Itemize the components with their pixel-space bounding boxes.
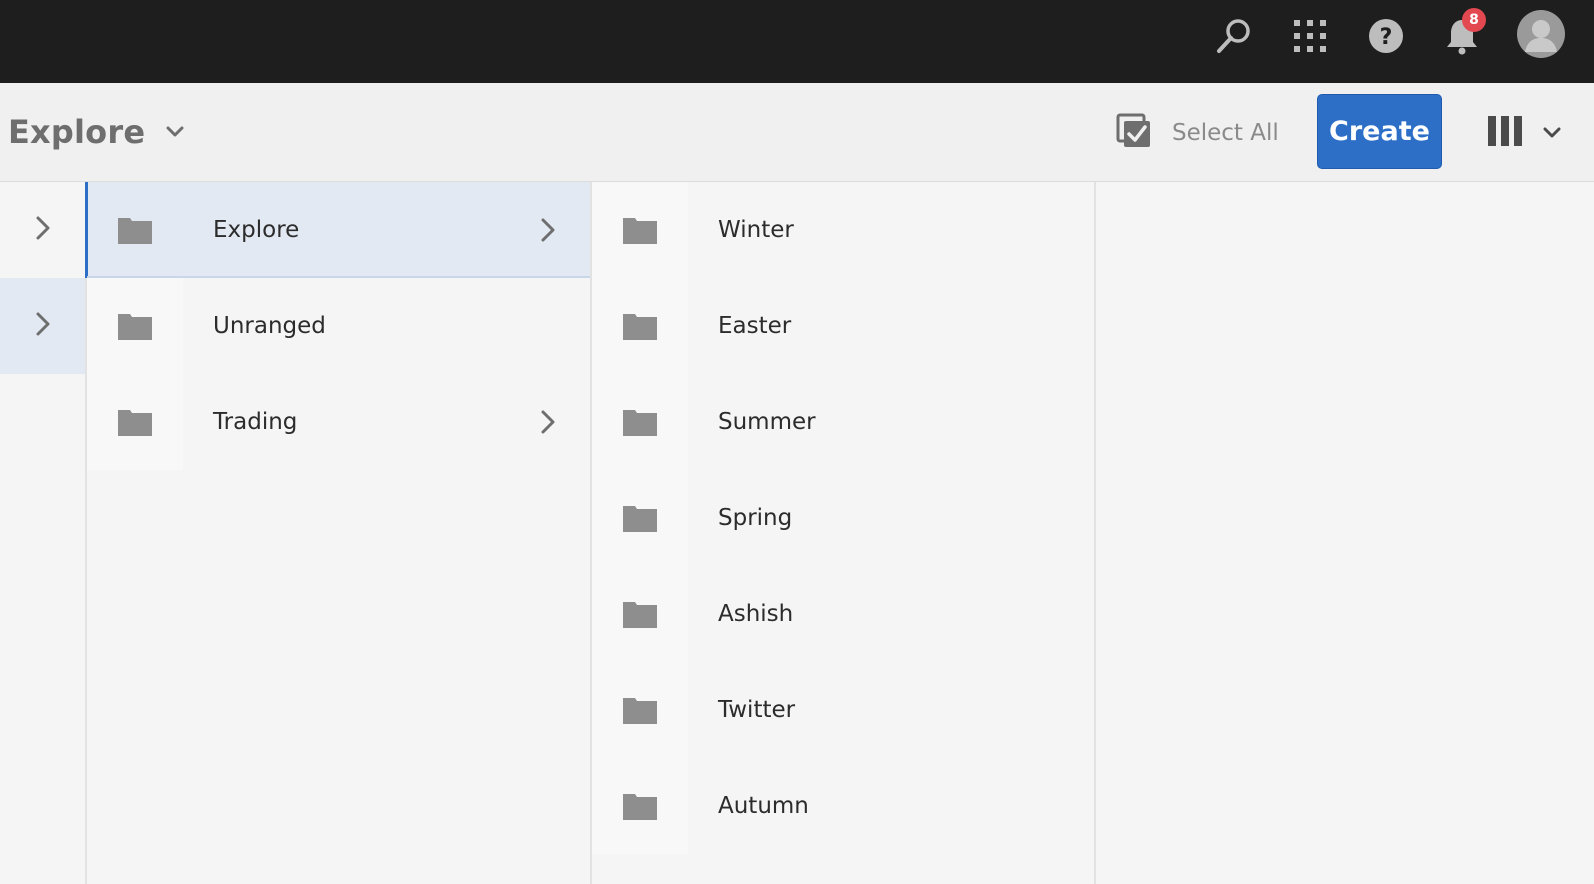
- folder-row[interactable]: Autumn: [592, 758, 1094, 854]
- chevron-right-icon[interactable]: [528, 409, 568, 435]
- folder-label: Twitter: [718, 697, 796, 723]
- action-bar: Explore Select All Create: [0, 83, 1594, 182]
- column-nav-item[interactable]: [0, 182, 85, 278]
- folder-icon: [592, 278, 688, 374]
- select-all-label: Select All: [1172, 120, 1279, 146]
- folder-row[interactable]: Spring: [592, 470, 1094, 566]
- help-icon[interactable]: ?: [1364, 14, 1408, 58]
- folder-icon: [592, 566, 688, 662]
- search-icon[interactable]: [1212, 14, 1256, 58]
- view-switcher[interactable]: [1488, 113, 1562, 153]
- folder-label: Unranged: [213, 313, 326, 339]
- column-preview-empty: [1096, 182, 1594, 884]
- folder-label: Winter: [718, 217, 794, 243]
- folder-label: Explore: [213, 217, 300, 243]
- folder-row[interactable]: Easter: [592, 278, 1094, 374]
- folder-icon: [592, 758, 688, 854]
- folder-icon: [87, 374, 183, 470]
- folder-label: Trading: [213, 409, 298, 435]
- folder-row-explore[interactable]: Explore: [85, 182, 590, 278]
- folder-label: Easter: [718, 313, 792, 339]
- folder-label: Spring: [718, 505, 793, 531]
- chevron-down-icon: [165, 125, 185, 139]
- create-button[interactable]: Create: [1317, 94, 1442, 169]
- column-navigation: [0, 182, 87, 884]
- chevron-right-icon: [35, 311, 51, 341]
- folder-row[interactable]: Summer: [592, 374, 1094, 470]
- folder-label: Summer: [718, 409, 816, 435]
- folder-icon: [87, 278, 183, 374]
- folder-row-trading[interactable]: Trading: [87, 374, 590, 470]
- apps-grid-icon[interactable]: [1288, 14, 1332, 58]
- column-nav-item-active[interactable]: [0, 278, 85, 374]
- folder-icon: [592, 182, 688, 278]
- folder-row[interactable]: Ashish: [592, 566, 1094, 662]
- folder-icon: [592, 470, 688, 566]
- column-level-1: Explore Unranged Trading: [85, 182, 592, 884]
- select-all-button[interactable]: Select All: [1116, 113, 1279, 153]
- chevron-right-icon: [35, 215, 51, 245]
- location-switcher[interactable]: Explore: [8, 111, 185, 153]
- folder-label: Autumn: [718, 793, 809, 819]
- page-title: Explore: [8, 113, 146, 151]
- folder-icon: [592, 374, 688, 470]
- folder-row[interactable]: Twitter: [592, 662, 1094, 758]
- select-all-checkbox-icon: [1116, 113, 1152, 153]
- avatar[interactable]: [1516, 9, 1566, 59]
- column-level-2: Winter Easter Summer Spring Ashish Twitt…: [592, 182, 1096, 884]
- chevron-down-icon: [1542, 126, 1562, 140]
- folder-icon: [87, 182, 183, 278]
- svg-text:?: ?: [1380, 25, 1393, 50]
- column-view-icon: [1488, 114, 1524, 152]
- notification-badge: 8: [1462, 8, 1486, 32]
- folder-icon: [592, 662, 688, 758]
- folder-label: Ashish: [718, 601, 794, 627]
- shell-header: ? 8: [0, 0, 1594, 83]
- folder-row[interactable]: Winter: [592, 182, 1094, 278]
- chevron-right-icon[interactable]: [528, 217, 568, 243]
- folder-row-unranged[interactable]: Unranged: [87, 278, 590, 374]
